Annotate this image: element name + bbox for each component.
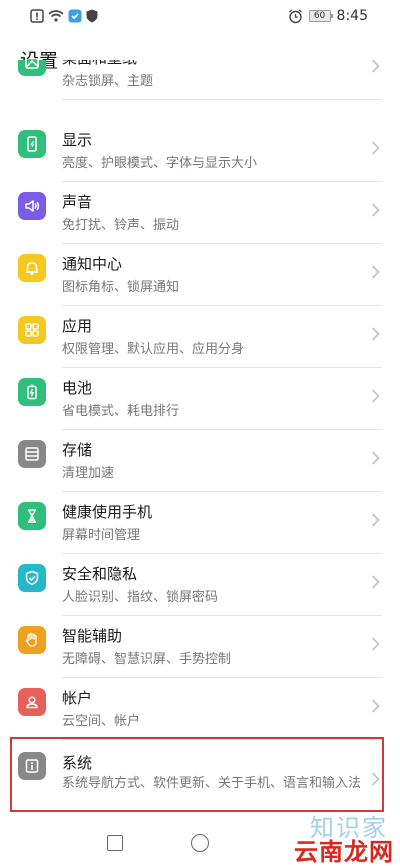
settings-item-subtitle: 清理加速 (62, 466, 115, 481)
chevron-right-icon (371, 637, 380, 651)
settings-item-subtitle: 云空间、帐户 (62, 714, 141, 729)
settings-item-subtitle: 图标角标、锁屏通知 (62, 280, 180, 295)
settings-item-storage[interactable]: 存储 清理加速 (0, 430, 400, 492)
settings-item-security[interactable]: 安全和隐私 人脸识别、指纹、锁屏密码 (0, 554, 400, 616)
settings-item-subtitle: 屏幕时间管理 (62, 528, 141, 543)
settings-item-title: 桌面和壁纸 (62, 60, 137, 68)
settings-item-assistance[interactable]: 智能辅助 无障碍、智慧识屏、手势控制 (0, 616, 400, 678)
highlight-box (10, 737, 384, 812)
chevron-right-icon (371, 265, 380, 279)
settings-item-accounts[interactable]: 帐户 云空间、帐户 (0, 678, 400, 740)
settings-item-title: 帐户 (62, 689, 93, 707)
storage-icon (18, 440, 46, 468)
settings-item-title: 应用 (62, 317, 93, 335)
settings-item-subtitle: 杂志锁屏、主题 (62, 74, 154, 89)
chevron-right-icon (371, 141, 380, 155)
settings-item-battery[interactable]: 电池 省电模式、耗电排行 (0, 368, 400, 430)
settings-item-subtitle: 权限管理、默认应用、应用分身 (62, 342, 245, 357)
settings-item-title: 显示 (62, 131, 93, 149)
recents-button[interactable] (107, 835, 123, 851)
alarm-icon (288, 9, 302, 23)
apps-icon (18, 316, 46, 344)
app-notification-icon (68, 9, 82, 23)
settings-item-title: 通知中心 (62, 255, 123, 273)
bell-icon (18, 254, 46, 282)
settings-item-title: 电池 (62, 379, 93, 397)
home-button[interactable] (191, 834, 209, 852)
hand-icon (18, 626, 46, 654)
shield-icon (86, 9, 98, 23)
status-icons-right: 60 8:45 (288, 7, 368, 25)
chevron-right-icon (371, 203, 380, 217)
chevron-right-icon (371, 513, 380, 527)
settings-item-digital-balance[interactable]: 健康使用手机 屏幕时间管理 (0, 492, 400, 554)
settings-item-subtitle: 人脸识别、指纹、锁屏密码 (62, 590, 219, 605)
account-icon (18, 688, 46, 716)
chevron-right-icon (371, 327, 380, 341)
divider (62, 99, 382, 100)
status-icons-left (30, 8, 98, 24)
navigation-bar (0, 822, 400, 866)
settings-item-title: 智能辅助 (62, 627, 123, 645)
settings-item-apps[interactable]: 应用 权限管理、默认应用、应用分身 (0, 306, 400, 368)
wifi-icon (48, 10, 64, 22)
settings-item-notifications[interactable]: 通知中心 图标角标、锁屏通知 (0, 244, 400, 306)
chevron-right-icon (371, 699, 380, 713)
sound-icon (18, 192, 46, 220)
display-icon (18, 130, 46, 158)
chevron-right-icon (371, 575, 380, 589)
settings-list: 桌面和壁纸 杂志锁屏、主题 显示 亮度、护眼模式、字体与显示大小 声音 免打扰、… (0, 60, 400, 822)
settings-item-display[interactable]: 显示 亮度、护眼模式、字体与显示大小 (0, 120, 400, 182)
settings-item-title: 安全和隐私 (62, 565, 138, 583)
settings-item-sound[interactable]: 声音 免打扰、铃声、振动 (0, 182, 400, 244)
settings-item-subtitle: 免打扰、铃声、振动 (62, 218, 180, 233)
status-bar: 60 8:45 (0, 0, 400, 32)
settings-item-subtitle: 省电模式、耗电排行 (62, 404, 180, 419)
settings-item-title: 健康使用手机 (62, 503, 153, 521)
settings-item-subtitle: 无障碍、智慧识屏、手势控制 (62, 652, 232, 667)
chevron-right-icon (371, 451, 380, 465)
hourglass-icon (18, 502, 46, 530)
settings-item-wallpaper[interactable]: 桌面和壁纸 杂志锁屏、主题 (0, 60, 400, 100)
battery-indicator: 60 (308, 10, 333, 22)
chevron-right-icon (371, 389, 380, 403)
settings-item-title: 声音 (62, 193, 93, 211)
warning-icon (30, 9, 44, 23)
battery-icon (18, 378, 46, 406)
settings-item-subtitle: 亮度、护眼模式、字体与显示大小 (62, 156, 258, 171)
shield-check-icon (18, 564, 46, 592)
settings-item-title: 存储 (62, 441, 93, 459)
chevron-right-icon (371, 60, 380, 73)
clock: 8:45 (336, 8, 368, 24)
wallpaper-icon (18, 60, 46, 76)
